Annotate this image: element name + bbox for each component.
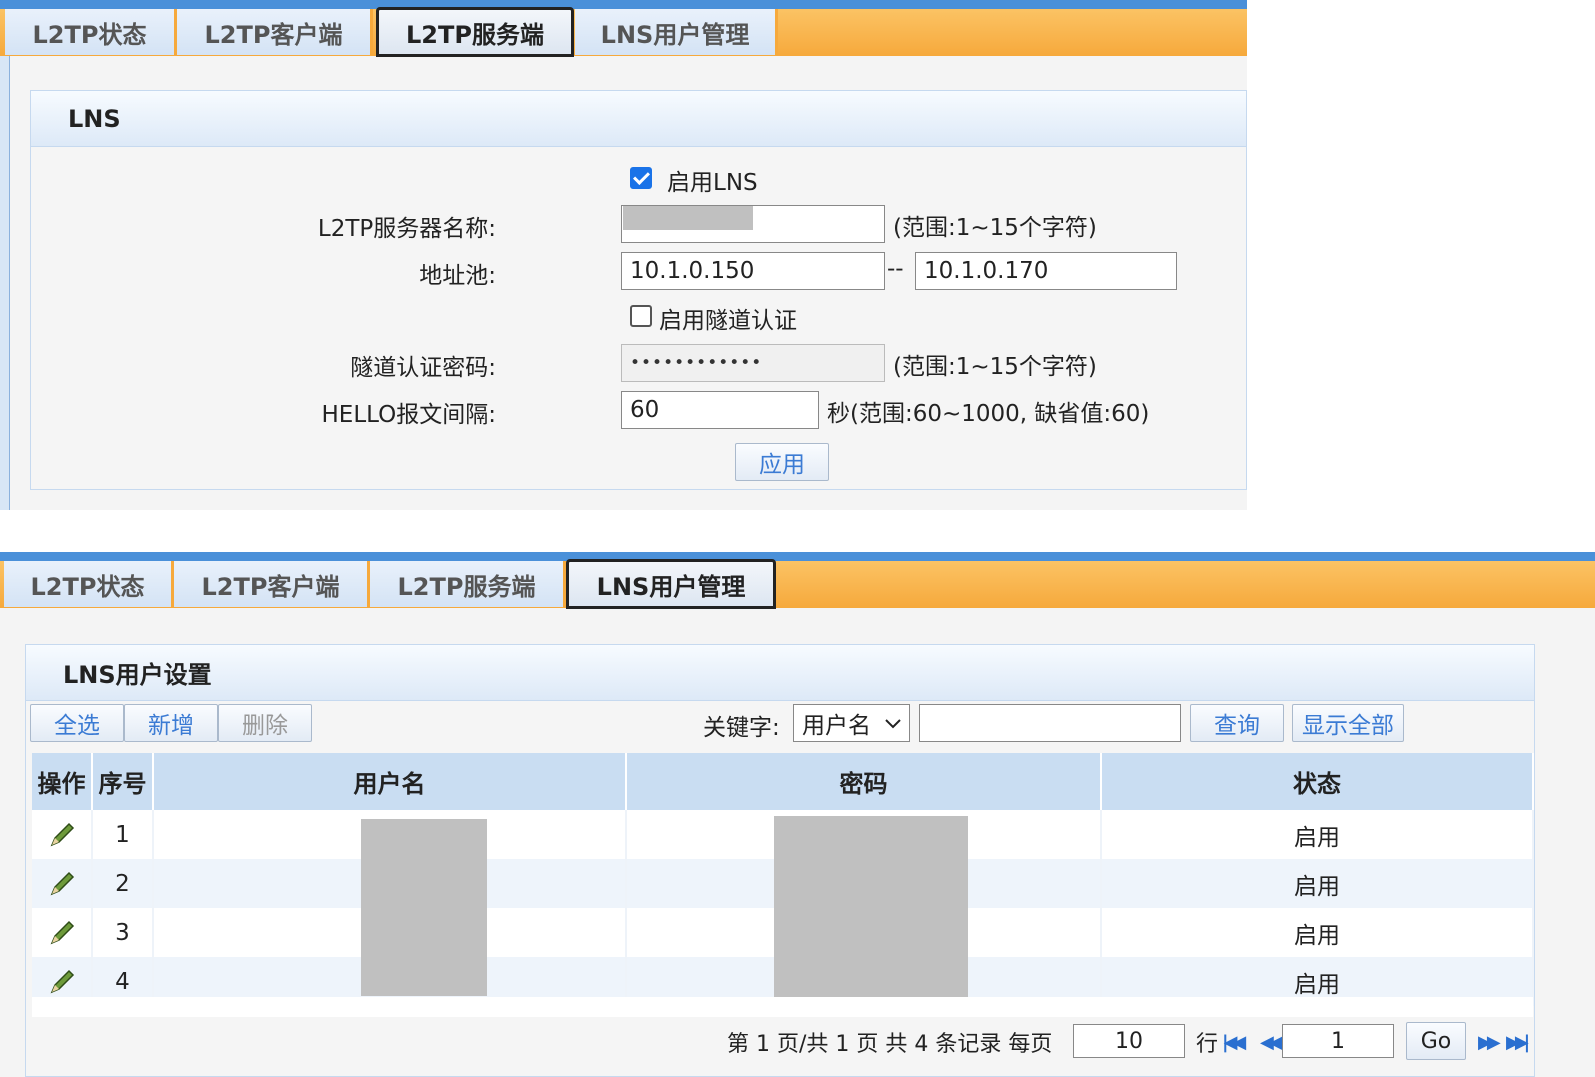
tab-lns-users[interactable]: LNS用户管理: [566, 559, 776, 609]
per-page-input[interactable]: 10: [1073, 1024, 1185, 1058]
col-index: 序号: [92, 753, 154, 810]
go-button[interactable]: Go: [1406, 1022, 1466, 1060]
server-name-label: L2TP服务器名称:: [317, 216, 496, 242]
edit-pencil-icon[interactable]: [47, 820, 77, 850]
row-status: 启用: [1101, 810, 1534, 859]
next-page-icon[interactable]: ▶▶: [1478, 1032, 1501, 1053]
tunnel-password-label: 隧道认证密码:: [350, 355, 496, 381]
hello-interval-input[interactable]: 60: [621, 391, 819, 429]
l2tp-server-panel: L2TP状态 L2TP客户端 L2TP服务端 LNS用户管理 LNS 启用LNS…: [0, 0, 1247, 510]
address-pool-label: 地址池:: [419, 263, 496, 289]
section-title: LNS: [31, 91, 1246, 147]
redacted-block: [623, 206, 753, 230]
tunnel-auth-label: 启用隧道认证: [659, 308, 797, 334]
tab-bar: L2TP状态 L2TP客户端 L2TP服务端 LNS用户管理: [0, 552, 1595, 609]
edit-pencil-icon[interactable]: [47, 967, 77, 997]
row-index: 3: [92, 908, 154, 957]
pool-end-input[interactable]: 10.1.0.170: [915, 252, 1177, 290]
enable-lns-label: 启用LNS: [667, 170, 758, 196]
page-number-input[interactable]: 1: [1282, 1024, 1394, 1058]
lns-users-box: LNS用户设置 全选 新增 删除 关键字: 用户名 查询 显示全部 操作 序号 …: [25, 644, 1535, 1077]
col-action: 操作: [32, 753, 93, 810]
tunnel-auth-checkbox[interactable]: [630, 305, 652, 327]
select-all-button[interactable]: 全选: [30, 704, 124, 742]
col-status: 状态: [1101, 753, 1534, 810]
tab-l2tp-status[interactable]: L2TP状态: [5, 9, 177, 55]
section-title: LNS用户设置: [26, 645, 1534, 701]
tab-l2tp-server[interactable]: L2TP服务端: [370, 561, 566, 607]
tunnel-password-hint: (范围:1~15个字符): [893, 354, 1097, 380]
tab-l2tp-client[interactable]: L2TP客户端: [177, 9, 373, 55]
col-username: 用户名: [153, 753, 627, 810]
keyword-select-value: 用户名: [802, 713, 871, 739]
hello-interval-hint: 秒(范围:60~1000, 缺省值:60): [827, 401, 1150, 427]
lns-users-panel: L2TP状态 L2TP客户端 L2TP服务端 LNS用户管理 LNS用户设置 全…: [0, 552, 1595, 1077]
pool-separator: --: [887, 256, 904, 282]
row-status: 启用: [1101, 859, 1534, 908]
tab-l2tp-status[interactable]: L2TP状态: [4, 561, 174, 607]
apply-button[interactable]: 应用: [735, 443, 829, 481]
pool-start-input[interactable]: 10.1.0.150: [621, 252, 885, 290]
tab-bar: L2TP状态 L2TP客户端 L2TP服务端 LNS用户管理: [0, 0, 1247, 57]
tab-lns-users[interactable]: LNS用户管理: [575, 9, 778, 55]
table-footer-spacer: [32, 997, 1533, 1017]
keyword-select[interactable]: 用户名: [793, 704, 910, 742]
add-button[interactable]: 新增: [124, 704, 218, 742]
query-button[interactable]: 查询: [1190, 704, 1284, 742]
redacted-usernames: [361, 819, 487, 996]
keyword-label: 关键字:: [703, 715, 780, 741]
edit-pencil-icon[interactable]: [47, 918, 77, 948]
tunnel-password-input[interactable]: ••••••••••••: [621, 344, 885, 382]
delete-button[interactable]: 删除: [218, 704, 312, 742]
side-strip: [0, 56, 10, 510]
col-password: 密码: [626, 753, 1102, 810]
enable-lns-checkbox[interactable]: [630, 167, 652, 189]
tab-l2tp-client[interactable]: L2TP客户端: [174, 561, 370, 607]
row-status: 启用: [1101, 908, 1534, 957]
show-all-button[interactable]: 显示全部: [1292, 704, 1404, 742]
keyword-input[interactable]: [919, 704, 1181, 742]
server-name-hint: (范围:1~15个字符): [893, 215, 1097, 241]
last-page-icon[interactable]: ▶▶|: [1506, 1032, 1530, 1053]
lns-settings-box: LNS 启用LNS L2TP服务器名称: (范围:1~15个字符) 地址池: 1…: [30, 90, 1247, 490]
chevron-down-icon: [885, 719, 901, 729]
prev-page-icon[interactable]: ◀◀: [1260, 1032, 1283, 1053]
hello-interval-label: HELLO报文间隔:: [321, 402, 497, 428]
pager-text: 第 1 页/共 1 页 共 4 条记录 每页: [727, 1032, 1053, 1057]
rows-label: 行: [1196, 1032, 1219, 1057]
row-index: 2: [92, 859, 154, 908]
row-index: 1: [92, 810, 154, 859]
tab-l2tp-server[interactable]: L2TP服务端: [376, 7, 574, 57]
redacted-passwords: [774, 816, 968, 1012]
first-page-icon[interactable]: |◀◀: [1222, 1032, 1246, 1053]
edit-pencil-icon[interactable]: [47, 869, 77, 899]
